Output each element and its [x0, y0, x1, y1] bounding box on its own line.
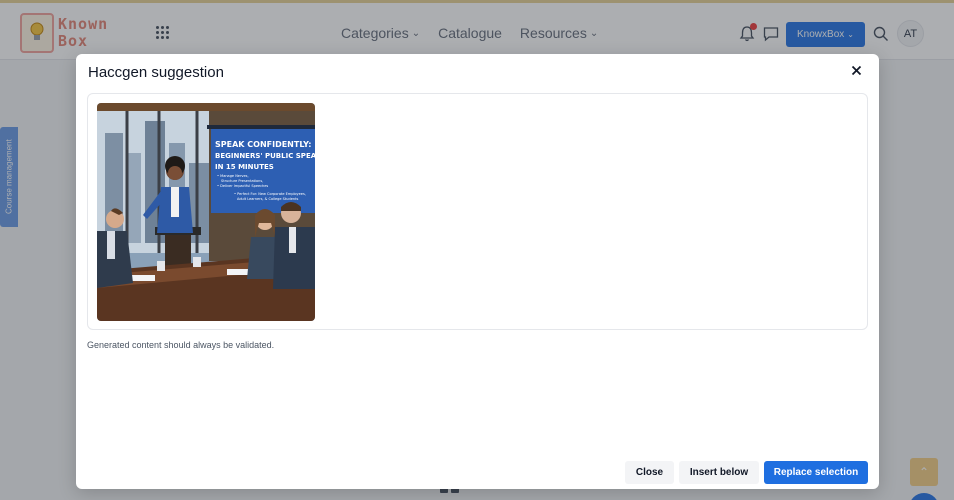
- replace-selection-button[interactable]: Replace selection: [764, 461, 868, 484]
- slide-headline-1: SPEAK CONFIDENTLY:: [215, 140, 311, 149]
- dialog-title: Haccgen suggestion: [88, 64, 224, 81]
- slide-bullet-2b: Adult Learners, & College Students: [237, 197, 298, 201]
- slide-bullet-1b: Structure Presentations,: [221, 179, 263, 183]
- validation-note: Generated content should always be valid…: [87, 340, 275, 350]
- suggestion-result-box: SPEAK CONFIDENTLY: BEGINNERS' PUBLIC SPE…: [87, 93, 868, 330]
- slide-headline-2: BEGINNERS' PUBLIC SPEAKING: [215, 152, 315, 160]
- close-icon[interactable]: [848, 62, 864, 78]
- slide-headline-3: IN 15 MINUTES: [215, 163, 274, 171]
- slide-bullet-1c: • Deliver Impactful Speeches: [217, 184, 268, 188]
- close-button[interactable]: Close: [625, 461, 674, 484]
- generated-image[interactable]: SPEAK CONFIDENTLY: BEGINNERS' PUBLIC SPE…: [97, 103, 315, 321]
- slide-bullet-2a: • Perfect For: New Corporate Employees,: [234, 192, 306, 196]
- suggestion-dialog: Haccgen suggestion SPEAK CONFIDENTLY: BE…: [76, 54, 879, 489]
- insert-below-button[interactable]: Insert below: [679, 461, 759, 484]
- slide-bullet-1a: • Manage Nerves,: [217, 174, 249, 178]
